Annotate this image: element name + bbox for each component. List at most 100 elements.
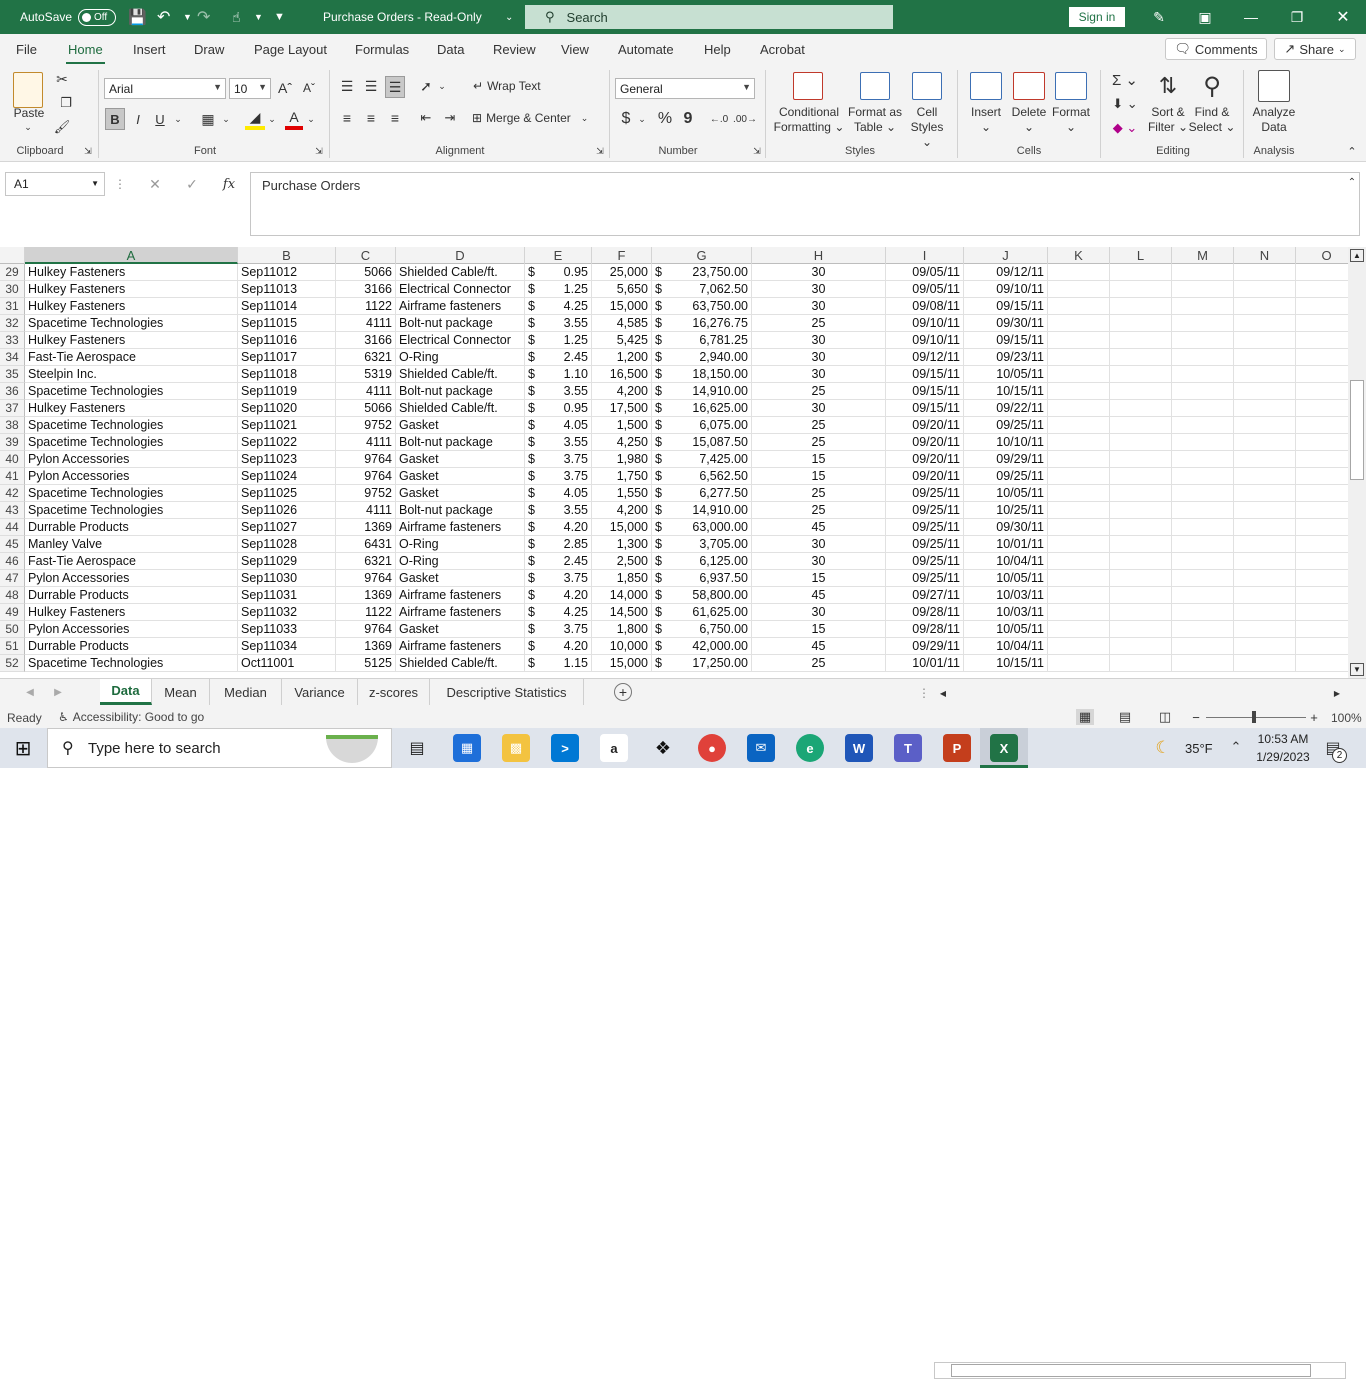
cell-empty[interactable] <box>1172 502 1234 519</box>
cell-empty[interactable] <box>1296 655 1348 672</box>
format-cells-icon[interactable] <box>1055 72 1087 100</box>
cell-empty[interactable] <box>1296 485 1348 502</box>
cell-po-number[interactable]: Sep11034 <box>238 638 336 655</box>
cell-item-cost[interactable]: $1.10 <box>525 366 592 383</box>
autosum-icon[interactable]: Σ ⌄ <box>1110 70 1140 90</box>
column-header-k[interactable]: K <box>1048 247 1110 264</box>
teams-icon[interactable]: T <box>894 734 922 762</box>
cell-cost-per-order[interactable]: $6,562.50 <box>652 468 752 485</box>
cell-po-number[interactable]: Sep11021 <box>238 417 336 434</box>
cell-empty[interactable] <box>1172 349 1234 366</box>
insert-cells-icon[interactable] <box>970 72 1002 100</box>
cell-empty[interactable] <box>1048 383 1110 400</box>
next-sheet-icon[interactable]: ▶ <box>50 683 66 701</box>
tab-data[interactable]: Data <box>437 42 464 57</box>
touch-dropdown-icon[interactable]: ▼ <box>254 0 263 34</box>
column-header-f[interactable]: F <box>592 247 652 264</box>
cell-empty[interactable] <box>1172 604 1234 621</box>
paste-icon[interactable] <box>13 72 43 108</box>
cell-empty[interactable] <box>1296 366 1348 383</box>
cell-terms[interactable]: 25 <box>752 383 886 400</box>
cell-item-description[interactable]: Shielded Cable/ft. <box>396 366 525 383</box>
cell-item-description[interactable]: Airframe fasteners <box>396 298 525 315</box>
taskbar-search[interactable]: ⚲ Type here to search <box>47 728 392 768</box>
column-header-i[interactable]: I <box>886 247 964 264</box>
cell-empty[interactable] <box>1234 570 1296 587</box>
cell-po-number[interactable]: Sep11014 <box>238 298 336 315</box>
cell-arrival-date[interactable]: 10/05/11 <box>964 485 1048 502</box>
cell-empty[interactable] <box>1110 621 1172 638</box>
page-layout-view-icon[interactable]: ▤ <box>1116 709 1134 725</box>
bottom-align-icon[interactable]: ☰ <box>385 76 405 98</box>
cell-supplier[interactable]: Pylon Accessories <box>25 570 238 587</box>
italic-button[interactable]: I <box>130 108 146 130</box>
cell-item-description[interactable]: Shielded Cable/ft. <box>396 264 525 281</box>
alignment-launcher-icon[interactable]: ⇲ <box>594 145 606 157</box>
cell-arrival-date[interactable]: 09/23/11 <box>964 349 1048 366</box>
cell-po-number[interactable]: Sep11031 <box>238 587 336 604</box>
cell-cost-per-order[interactable]: $2,940.00 <box>652 349 752 366</box>
cell-empty[interactable] <box>1172 451 1234 468</box>
cell-order-date[interactable]: 09/10/11 <box>886 332 964 349</box>
cell-supplier[interactable]: Spacetime Technologies <box>25 383 238 400</box>
cell-terms[interactable]: 25 <box>752 502 886 519</box>
add-sheet-icon[interactable]: + <box>614 683 632 701</box>
cell-empty[interactable] <box>1296 468 1348 485</box>
cell-terms[interactable]: 30 <box>752 332 886 349</box>
cell-order-date[interactable]: 09/25/11 <box>886 536 964 553</box>
borders-dropdown-icon[interactable]: ⌄ <box>220 108 232 130</box>
cell-empty[interactable] <box>1110 655 1172 672</box>
cell-item-cost[interactable]: $3.55 <box>525 502 592 519</box>
zoom-out-icon[interactable]: − <box>1190 709 1202 725</box>
cell-terms[interactable]: 15 <box>752 451 886 468</box>
cell-supplier[interactable]: Spacetime Technologies <box>25 655 238 672</box>
cell-po-number[interactable]: Sep11029 <box>238 553 336 570</box>
cell-empty[interactable] <box>1296 383 1348 400</box>
cell-order-date[interactable]: 09/29/11 <box>886 638 964 655</box>
cell-empty[interactable] <box>1296 604 1348 621</box>
cell-empty[interactable] <box>1110 349 1172 366</box>
cell-order-date[interactable]: 09/20/11 <box>886 468 964 485</box>
cell-empty[interactable] <box>1048 332 1110 349</box>
clock-date[interactable]: 1/29/2023 <box>1256 750 1310 764</box>
cell-quantity[interactable]: 4,200 <box>592 383 652 400</box>
cell-quantity[interactable]: 2,500 <box>592 553 652 570</box>
cell-item-description[interactable]: Airframe fasteners <box>396 604 525 621</box>
find-select-icon[interactable]: ⚲ <box>1196 72 1228 100</box>
tab-review[interactable]: Review <box>493 42 536 57</box>
cell-empty[interactable] <box>1110 281 1172 298</box>
cell-empty[interactable] <box>1234 536 1296 553</box>
cell-terms[interactable]: 25 <box>752 417 886 434</box>
cell-order-date[interactable]: 09/10/11 <box>886 315 964 332</box>
save-icon[interactable]: 💾 <box>128 0 147 34</box>
cell-empty[interactable] <box>1110 298 1172 315</box>
amazon-icon[interactable]: a <box>600 734 628 762</box>
cell-arrival-date[interactable]: 09/15/11 <box>964 298 1048 315</box>
column-header-d[interactable]: D <box>396 247 525 264</box>
powershell-icon[interactable]: > <box>551 734 579 762</box>
cell-item-number[interactable]: 9752 <box>336 417 396 434</box>
cell-empty[interactable] <box>1048 451 1110 468</box>
cell-empty[interactable] <box>1048 519 1110 536</box>
collapse-ribbon-icon[interactable]: ⌃ <box>1344 144 1360 158</box>
analyze-data-button[interactable]: Analyze Data <box>1248 105 1300 135</box>
cell-quantity[interactable]: 4,585 <box>592 315 652 332</box>
cell-supplier[interactable]: Hulkey Fasteners <box>25 400 238 417</box>
cell-empty[interactable] <box>1296 587 1348 604</box>
cell-order-date[interactable]: 09/20/11 <box>886 434 964 451</box>
cell-empty[interactable] <box>1110 332 1172 349</box>
cell-item-number[interactable]: 6321 <box>336 553 396 570</box>
cell-cost-per-order[interactable]: $15,087.50 <box>652 434 752 451</box>
cell-order-date[interactable]: 09/25/11 <box>886 502 964 519</box>
cell-item-description[interactable]: O-Ring <box>396 349 525 366</box>
cell-cost-per-order[interactable]: $18,150.00 <box>652 366 752 383</box>
merge-center-button[interactable]: ⊞ Merge & Center ⌄ <box>472 108 597 128</box>
scroll-right-icon[interactable]: ▶ <box>1330 686 1344 700</box>
cell-quantity[interactable]: 25,000 <box>592 264 652 281</box>
cell-cost-per-order[interactable]: $14,910.00 <box>652 383 752 400</box>
cell-po-number[interactable]: Sep11019 <box>238 383 336 400</box>
close-icon[interactable]: ✕ <box>1320 0 1366 34</box>
cell-supplier[interactable]: Durrable Products <box>25 519 238 536</box>
cell-cost-per-order[interactable]: $3,705.00 <box>652 536 752 553</box>
cell-order-date[interactable]: 09/25/11 <box>886 553 964 570</box>
